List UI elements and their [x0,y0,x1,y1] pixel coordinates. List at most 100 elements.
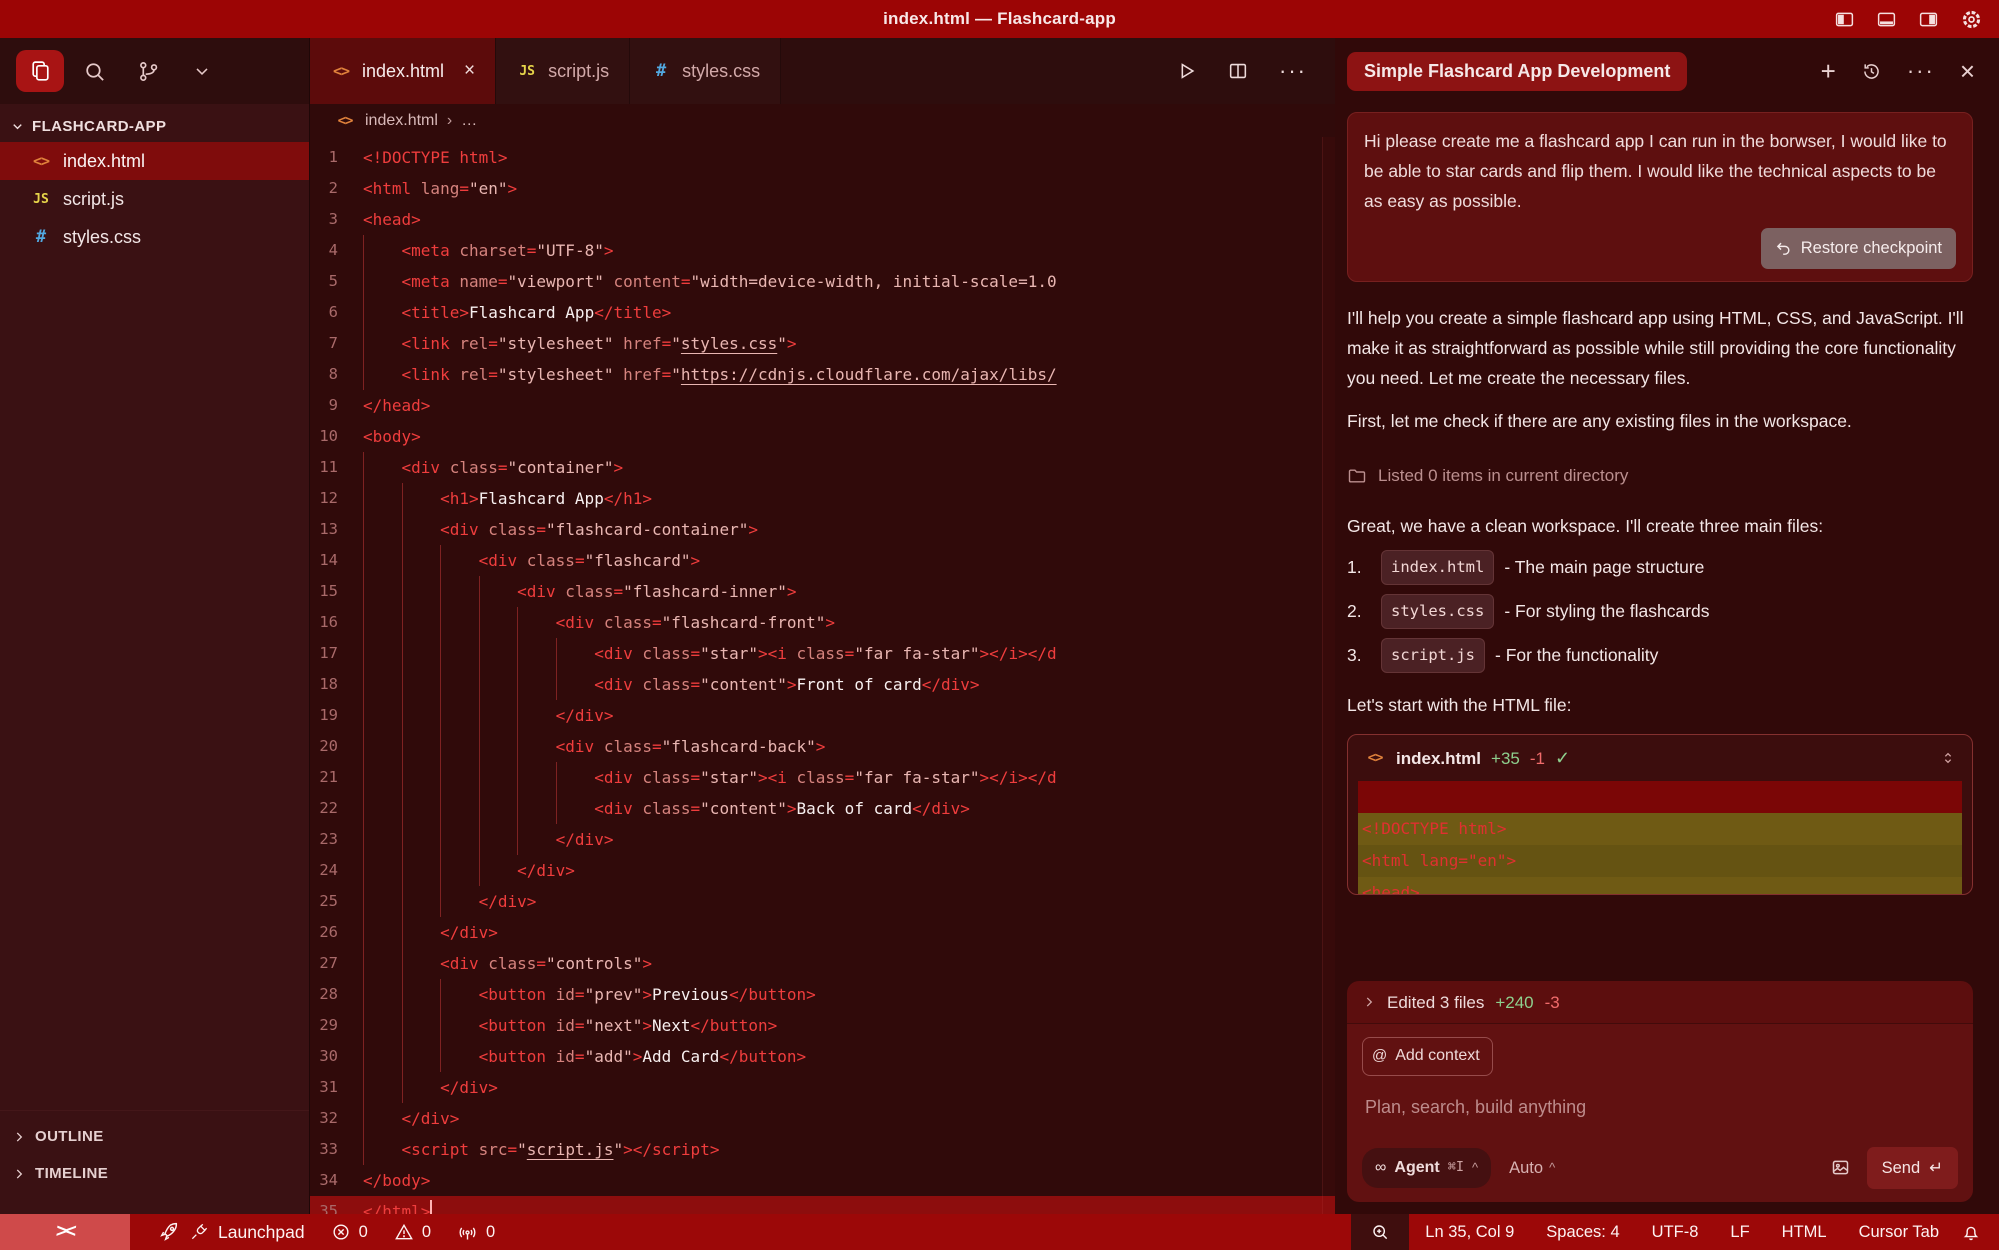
file-list: 1.index.html- The main page structure2.s… [1347,545,1973,677]
line-number: 10 [310,421,338,452]
chevron-down-icon[interactable] [178,50,226,92]
tool-call-note[interactable]: Listed 0 items in current directory [1347,461,1973,490]
code-line: 18<div class="content">Front of card</di… [310,669,1335,700]
new-chat-icon[interactable]: + [1821,61,1836,81]
rocket-icon [158,1221,180,1243]
remote-indicator[interactable]: >< [0,1214,130,1250]
model-selector[interactable]: Auto ^ [1509,1154,1555,1182]
code-line: 16<div class="flashcard-front"> [310,607,1335,638]
status-item[interactable]: UTF-8 [1636,1223,1715,1242]
code-line: 17<div class="star"><i class="far fa-sta… [310,638,1335,669]
status-item[interactable]: Ln 35, Col 9 [1409,1223,1530,1242]
problems-item[interactable]: 0 0 [318,1222,444,1242]
history-icon[interactable] [1861,61,1882,82]
sidebar-section-outline[interactable]: OUTLINE [0,1118,309,1155]
code-line: 34</body> [310,1165,1335,1196]
html-icon: <> [330,62,352,80]
attach-image-icon[interactable] [1830,1157,1851,1178]
chat-header: Simple Flashcard App Development + ··· × [1335,38,1999,104]
code-line: 12<h1>Flashcard App</h1> [310,483,1335,514]
gear-icon[interactable] [1960,8,1983,31]
code-line: 27<div class="controls"> [310,948,1335,979]
tab-label: script.js [548,61,609,82]
code-line: 32</div> [310,1103,1335,1134]
line-number: 2 [310,173,338,204]
line-number: 29 [310,1010,338,1041]
plug-icon [189,1222,209,1242]
chat-title-pill[interactable]: Simple Flashcard App Development [1347,52,1687,91]
diff-card[interactable]: <> index.html +35 -1 ✓ <!DOCTYPE html><h… [1347,734,1973,895]
diff-line-added: <!DOCTYPE html> [1358,813,1962,845]
source-control-icon[interactable] [124,50,172,92]
more-options-icon[interactable]: ··· [1907,58,1935,84]
send-button[interactable]: Send ↵ [1867,1147,1958,1189]
line-number: 34 [310,1165,338,1196]
zoom-indicator[interactable] [1351,1214,1409,1250]
line-number: 4 [310,235,338,266]
explorer-root[interactable]: FLASHCARD-APP [0,110,309,142]
code-line: 3<head> [310,204,1335,235]
edited-files-summary[interactable]: Edited 3 files +240 -3 [1347,981,1973,1024]
expand-collapse-icon[interactable] [1940,750,1956,766]
file-item-styles.css[interactable]: #styles.css [0,218,309,256]
code-line: 28<button id="prev">Previous</button> [310,979,1335,1010]
edited-removed-count: -3 [1545,988,1560,1017]
line-number: 35 [310,1196,338,1214]
chevron-down-icon [10,119,25,134]
line-number: 8 [310,359,338,390]
code-line: 11<div class="container"> [310,452,1335,483]
error-icon [331,1222,351,1242]
file-item-script.js[interactable]: JSscript.js [0,180,309,218]
layout-sidebar-right-icon[interactable] [1918,9,1939,30]
sidebar-section-timeline[interactable]: TIMELINE [0,1155,309,1192]
code-area[interactable]: 1<!DOCTYPE html>2<html lang="en">3<head>… [310,137,1335,1214]
agent-mode-selector[interactable]: ∞ Agent ⌘I ^ [1362,1148,1491,1188]
at-icon: @ [1372,1043,1387,1069]
sidebar-sections: OUTLINETIMELINE [0,1110,309,1214]
status-item[interactable]: Cursor Tab [1843,1223,1955,1242]
tab-index.html[interactable]: <>index.html× [310,38,496,104]
code-line: 4<meta charset="UTF-8"> [310,235,1335,266]
line-number: 14 [310,545,338,576]
status-item[interactable]: HTML [1766,1223,1843,1242]
line-number: 6 [310,297,338,328]
diff-preview: <!DOCTYPE html><html lang="en"><head> [1358,781,1962,894]
layout-panel-bottom-icon[interactable] [1876,9,1897,30]
line-number: 17 [310,638,338,669]
add-context-button[interactable]: @ Add context [1362,1037,1493,1076]
close-panel-icon[interactable]: × [1960,61,1975,81]
layout-sidebar-left-icon[interactable] [1834,9,1855,30]
split-editor-icon[interactable] [1227,60,1249,82]
breadcrumb[interactable]: <> index.html › … [310,104,1335,137]
tab-script.js[interactable]: JSscript.js [496,38,630,104]
ports-item[interactable]: 0 [444,1222,508,1243]
run-icon[interactable] [1175,60,1197,82]
restore-checkpoint-button[interactable]: Restore checkpoint [1761,228,1956,268]
chat-input[interactable]: Plan, search, build anything [1365,1092,1955,1123]
search-icon[interactable] [70,50,118,92]
code-line: 15<div class="flashcard-inner"> [310,576,1335,607]
explorer-icon[interactable] [16,50,64,92]
diff-added-count: +35 [1491,744,1520,773]
inline-code-chip: index.html [1381,550,1494,585]
edited-added-count: +240 [1495,988,1533,1017]
file-item-index.html[interactable]: <>index.html [0,142,309,180]
close-tab-icon[interactable]: × [464,60,475,82]
line-number: 5 [310,266,338,297]
notifications-bell-icon[interactable] [1955,1222,1999,1242]
code-line: 6<title>Flashcard App</title> [310,297,1335,328]
status-item[interactable]: LF [1714,1223,1765,1242]
launchpad-item[interactable]: Launchpad [130,1221,318,1243]
chat-composer[interactable]: @ Add context Plan, search, build anythi… [1347,1024,1973,1202]
status-item[interactable]: Spaces: 4 [1530,1223,1635,1242]
line-number: 9 [310,390,338,421]
more-actions-icon[interactable]: ··· [1279,58,1307,84]
line-number: 21 [310,762,338,793]
folder-icon [1347,466,1367,486]
code-line: 8<link rel="stylesheet" href="https://cd… [310,359,1335,390]
tab-styles.css[interactable]: #styles.css [630,38,781,104]
list-item: 1.index.html- The main page structure [1347,545,1973,589]
chevron-right-icon [12,1130,26,1144]
editor-scrollbar[interactable] [1322,137,1335,1214]
line-number: 15 [310,576,338,607]
